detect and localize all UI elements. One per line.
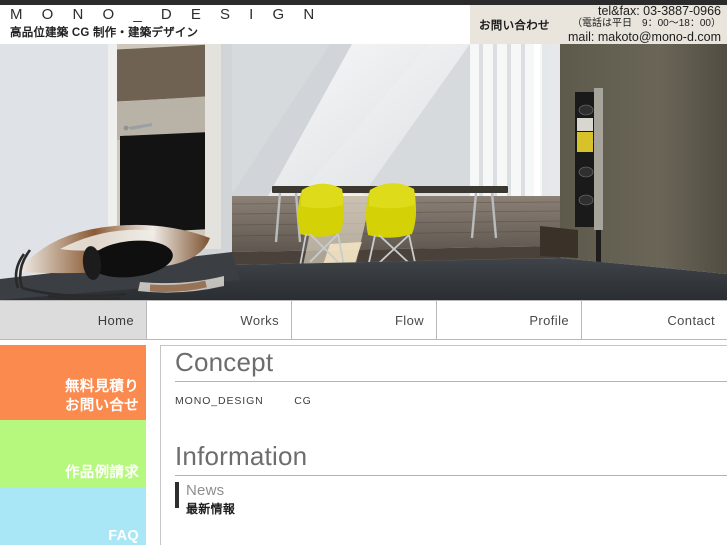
information-section: Information News 最新情報 bbox=[161, 440, 727, 518]
main-content: Concept MONO_DESIGN CG Information News … bbox=[160, 345, 727, 545]
nav-item-home[interactable]: Home bbox=[0, 301, 147, 339]
news-title-ja: 最新情報 bbox=[186, 502, 236, 516]
brand[interactable]: M O N O _ D E S I G N 高品位建築 CG 制作・建築デザイン bbox=[10, 5, 322, 42]
body-area: 無料見積り お問い合せ 作品例請求 FAQ Concept MONO_DESIG… bbox=[0, 340, 727, 545]
concept-body: MONO_DESIGN CG bbox=[175, 395, 312, 407]
contact-email: mail: makoto@mono-d.com bbox=[567, 29, 721, 44]
sidebar-item-samples[interactable]: 作品例請求 bbox=[0, 420, 146, 487]
main-navigation: Home Works Flow Profile Contact bbox=[0, 300, 727, 340]
nav-item-contact[interactable]: Contact bbox=[582, 301, 727, 339]
information-heading: Information bbox=[175, 441, 308, 471]
hero-render-svg bbox=[0, 44, 727, 300]
site-header: M O N O _ D E S I G N 高品位建築 CG 制作・建築デザイン… bbox=[0, 3, 727, 45]
sidebar-item-faq-label: FAQ bbox=[108, 528, 139, 544]
site-tagline: 高品位建築 CG 制作・建築デザイン bbox=[10, 27, 199, 39]
nav-item-works[interactable]: Works bbox=[147, 301, 292, 339]
hero-image bbox=[0, 44, 727, 300]
contact-hours: （電話は平日 9：00〜18：00） bbox=[572, 18, 721, 30]
contact-details: tel&fax: 03-3887-0966 （電話は平日 9：00〜18：00）… bbox=[550, 3, 727, 45]
nav-item-flow[interactable]: Flow bbox=[292, 301, 437, 339]
news-title-en: News bbox=[186, 482, 225, 499]
concept-section: Concept MONO_DESIGN CG bbox=[161, 346, 727, 407]
news-accent-bar bbox=[175, 482, 179, 508]
nav-item-profile[interactable]: Profile bbox=[437, 301, 582, 339]
page-root: M O N O _ D E S I G N 高品位建築 CG 制作・建築デザイン… bbox=[0, 0, 727, 545]
contact-telephone: tel&fax: 03-3887-0966 bbox=[597, 3, 721, 18]
news-item[interactable]: News 最新情報 bbox=[161, 476, 727, 518]
header-contact-block[interactable]: お問い合わせ tel&fax: 03-3887-0966 （電話は平日 9：00… bbox=[470, 3, 727, 45]
sidebar-item-faq[interactable]: FAQ bbox=[0, 487, 146, 545]
contact-label: お問い合わせ bbox=[479, 19, 550, 32]
site-logo: M O N O _ D E S I G N bbox=[10, 6, 322, 23]
sidebar-item-quote-label: 無料見積り お問い合せ bbox=[65, 379, 139, 414]
concept-heading: Concept bbox=[175, 347, 274, 377]
sidebar-item-samples-label: 作品例請求 bbox=[65, 465, 139, 481]
sidebar-item-quote[interactable]: 無料見積り お問い合せ bbox=[0, 345, 146, 420]
sidebar: 無料見積り お問い合せ 作品例請求 FAQ bbox=[0, 345, 146, 545]
